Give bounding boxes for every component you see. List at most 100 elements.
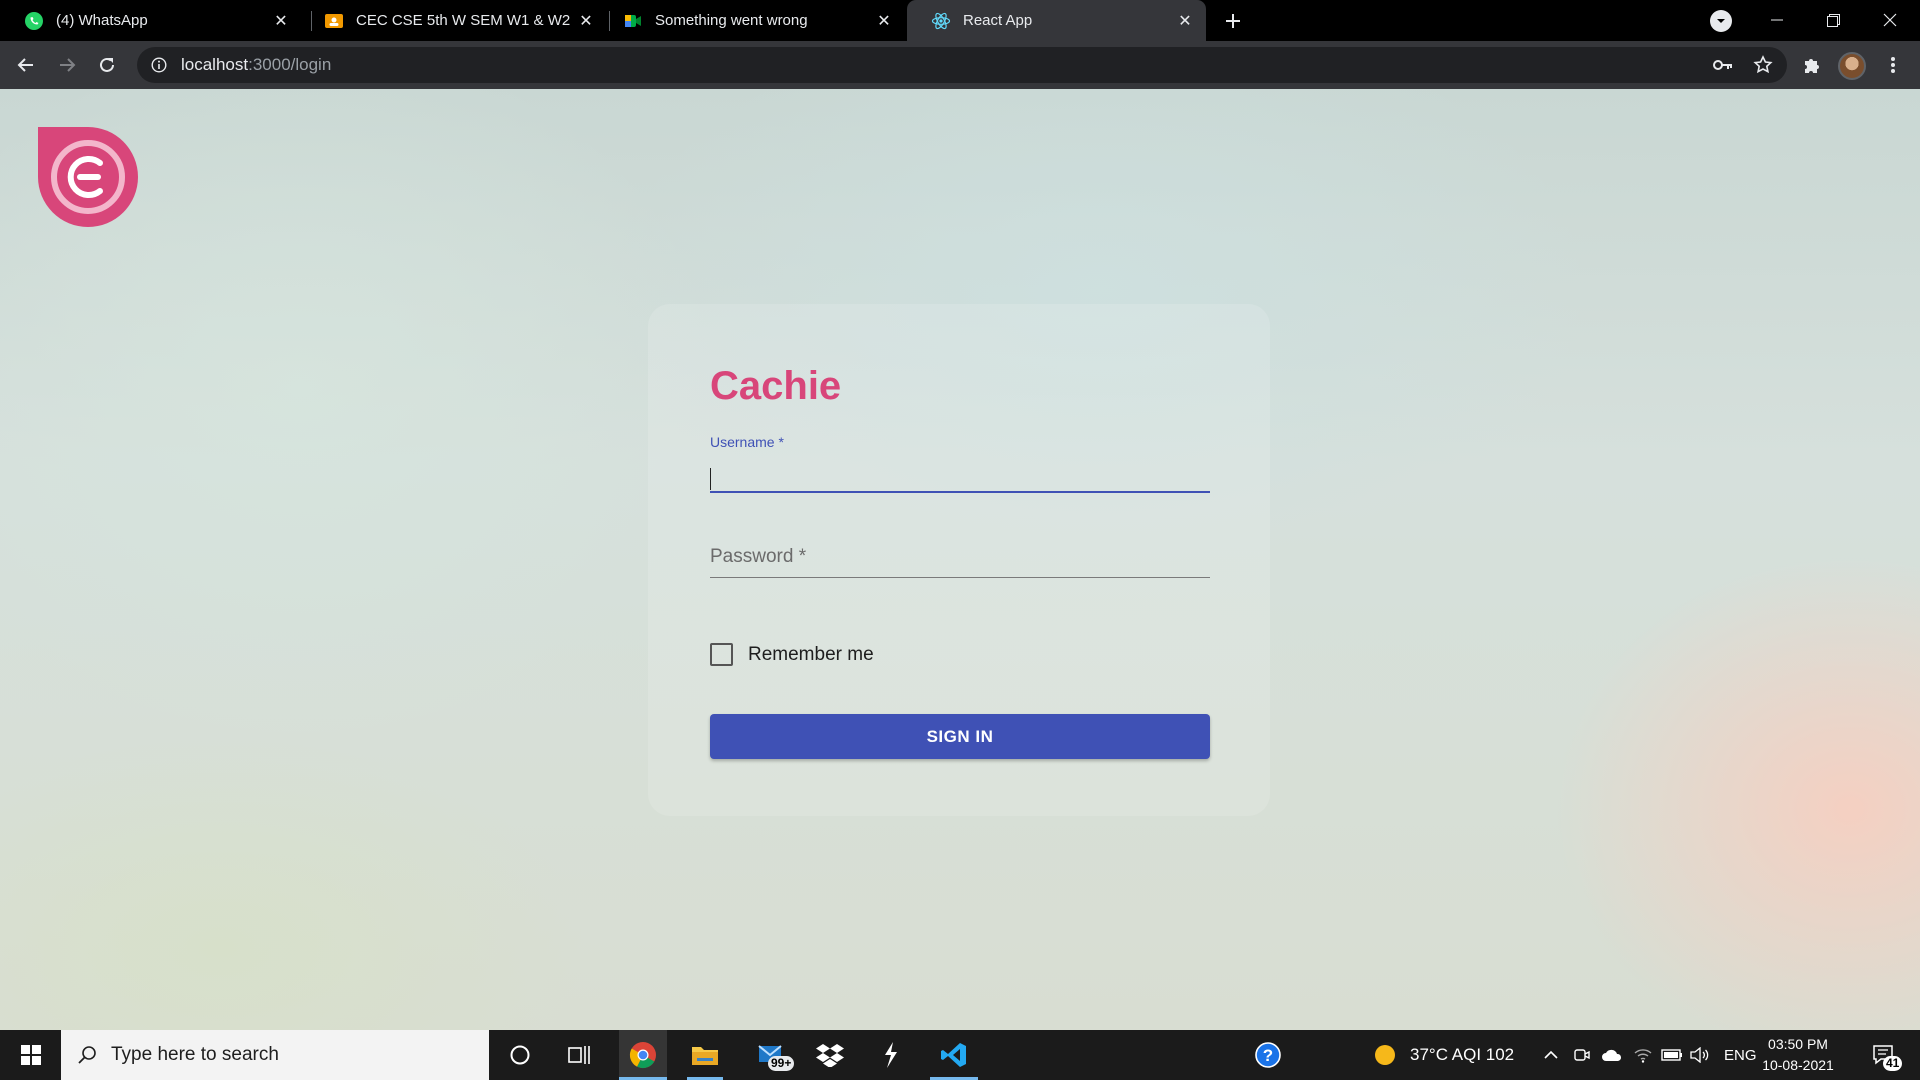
close-icon[interactable]: ✕ [873, 10, 895, 32]
react-icon [931, 11, 951, 31]
close-icon [1883, 13, 1897, 27]
help-button[interactable]: ? [1244, 1030, 1292, 1080]
close-icon[interactable]: ✕ [575, 10, 597, 32]
restore-icon [1826, 13, 1840, 27]
login-card: Cachie Username * Password * Remember me… [648, 304, 1270, 816]
task-view-icon [568, 1046, 590, 1064]
taskbar-chrome[interactable] [619, 1030, 667, 1080]
tab-meet[interactable]: Something went wrong ✕ [599, 0, 905, 41]
classroom-icon [324, 11, 344, 31]
mail-badge: 99+ [768, 1056, 795, 1071]
reload-icon [100, 57, 114, 72]
clock-date: 10-08-2021 [1762, 1057, 1834, 1073]
tray-wifi[interactable] [1631, 1030, 1655, 1080]
password-key-button[interactable] [1707, 49, 1739, 81]
tab-title: (4) WhatsApp [56, 12, 148, 29]
plus-icon [1226, 14, 1240, 28]
chevron-down-icon [1717, 19, 1725, 23]
password-label: Password * [710, 546, 807, 567]
notification-count: 41 [1883, 1056, 1903, 1071]
address-bar[interactable]: localhost:3000/login [137, 47, 1787, 83]
speaker-icon [1690, 1047, 1709, 1063]
info-icon[interactable] [149, 55, 169, 75]
dropbox-icon [816, 1044, 844, 1067]
password-field[interactable]: Password * [710, 522, 1210, 582]
weather-widget-icon[interactable] [1370, 1030, 1400, 1080]
cortana-button[interactable] [496, 1030, 544, 1080]
taskbar-vscode[interactable] [930, 1030, 978, 1080]
minimize-icon [1771, 19, 1783, 21]
browser-toolbar: localhost:3000/login [0, 41, 1920, 89]
camera-icon [1574, 1049, 1590, 1061]
clock-time: 03:50 PM [1768, 1036, 1828, 1052]
tab-react-app[interactable]: React App ✕ [907, 0, 1206, 41]
tab-title: Something went wrong [655, 12, 808, 29]
url-host: localhost [181, 55, 249, 74]
sign-in-button[interactable]: SIGN IN [710, 714, 1210, 759]
show-hidden-icons[interactable] [1539, 1030, 1563, 1080]
close-icon[interactable]: ✕ [1174, 10, 1196, 32]
minimize-button[interactable] [1757, 4, 1797, 36]
meet-icon [623, 11, 643, 31]
help-icon: ? [1255, 1042, 1281, 1068]
windows-icon [20, 1045, 41, 1065]
url-text[interactable]: localhost:3000/login [181, 55, 331, 75]
profile-avatar[interactable] [1838, 52, 1866, 80]
task-view-button[interactable] [556, 1030, 604, 1080]
tab-search-button[interactable] [1710, 10, 1732, 32]
close-window-button[interactable] [1870, 4, 1910, 36]
start-button[interactable] [0, 1030, 61, 1080]
login-page: Cachie Username * Password * Remember me… [0, 89, 1920, 1030]
taskbar-mail[interactable]: 99+ [746, 1030, 795, 1080]
back-button[interactable] [10, 49, 42, 81]
tray-battery[interactable] [1659, 1030, 1685, 1080]
windows-taskbar: Type here to search 99+ ? 37°C AQI 102 E… [0, 1030, 1920, 1080]
chrome-icon [629, 1042, 656, 1069]
remember-me[interactable]: Remember me [710, 643, 874, 666]
action-center-button[interactable]: 41 [1862, 1030, 1906, 1080]
taskbar-file-explorer[interactable] [681, 1030, 729, 1080]
tab-title: React App [963, 12, 1033, 29]
remember-checkbox[interactable] [710, 643, 733, 666]
taskbar-search[interactable]: Type here to search [61, 1030, 489, 1080]
folder-icon [692, 1047, 718, 1065]
tray-onedrive[interactable] [1599, 1030, 1625, 1080]
tab-classroom[interactable]: CEC CSE 5th W SEM W1 & W2 ✕ [300, 0, 607, 41]
reload-button[interactable] [91, 49, 123, 81]
extensions-button[interactable] [1796, 49, 1828, 81]
username-field[interactable]: Username * [710, 434, 1210, 494]
forward-button[interactable] [51, 49, 83, 81]
new-tab-button[interactable] [1220, 8, 1246, 34]
username-label: Username * [710, 434, 784, 450]
language-indicator[interactable]: ENG [1724, 1030, 1757, 1080]
url-path: :3000/login [248, 55, 332, 74]
arrow-right-icon [60, 58, 76, 72]
remember-label: Remember me [748, 643, 874, 665]
svg-text:?: ? [1263, 1046, 1273, 1065]
taskbar-app-s[interactable] [867, 1030, 915, 1080]
weather-text[interactable]: 37°C AQI 102 [1410, 1030, 1514, 1080]
wifi-icon [1634, 1049, 1652, 1063]
tray-meet-now[interactable] [1570, 1030, 1594, 1080]
key-icon [1713, 60, 1732, 70]
bookmark-button[interactable] [1747, 49, 1779, 81]
cloud-icon [1602, 1049, 1622, 1061]
taskbar-dropbox[interactable] [806, 1030, 854, 1080]
chevron-up-icon [1544, 1050, 1558, 1059]
tray-volume[interactable] [1688, 1030, 1712, 1080]
menu-button[interactable] [1877, 49, 1909, 81]
system-clock[interactable]: 03:50 PM 10-08-2021 [1755, 1034, 1841, 1076]
puzzle-icon [1805, 59, 1819, 73]
password-underline [710, 577, 1210, 578]
text-caret [710, 468, 711, 490]
sun-icon [1375, 1045, 1395, 1065]
app-logo [38, 127, 138, 227]
brand-title: Cachie [710, 364, 842, 408]
search-icon [78, 1046, 96, 1064]
kebab-menu-icon [1891, 57, 1895, 73]
battery-icon [1661, 1049, 1682, 1061]
close-icon[interactable]: ✕ [270, 10, 292, 32]
vscode-icon [941, 1043, 966, 1067]
tab-whatsapp[interactable]: (4) WhatsApp ✕ [0, 0, 302, 41]
restore-button[interactable] [1813, 4, 1853, 36]
